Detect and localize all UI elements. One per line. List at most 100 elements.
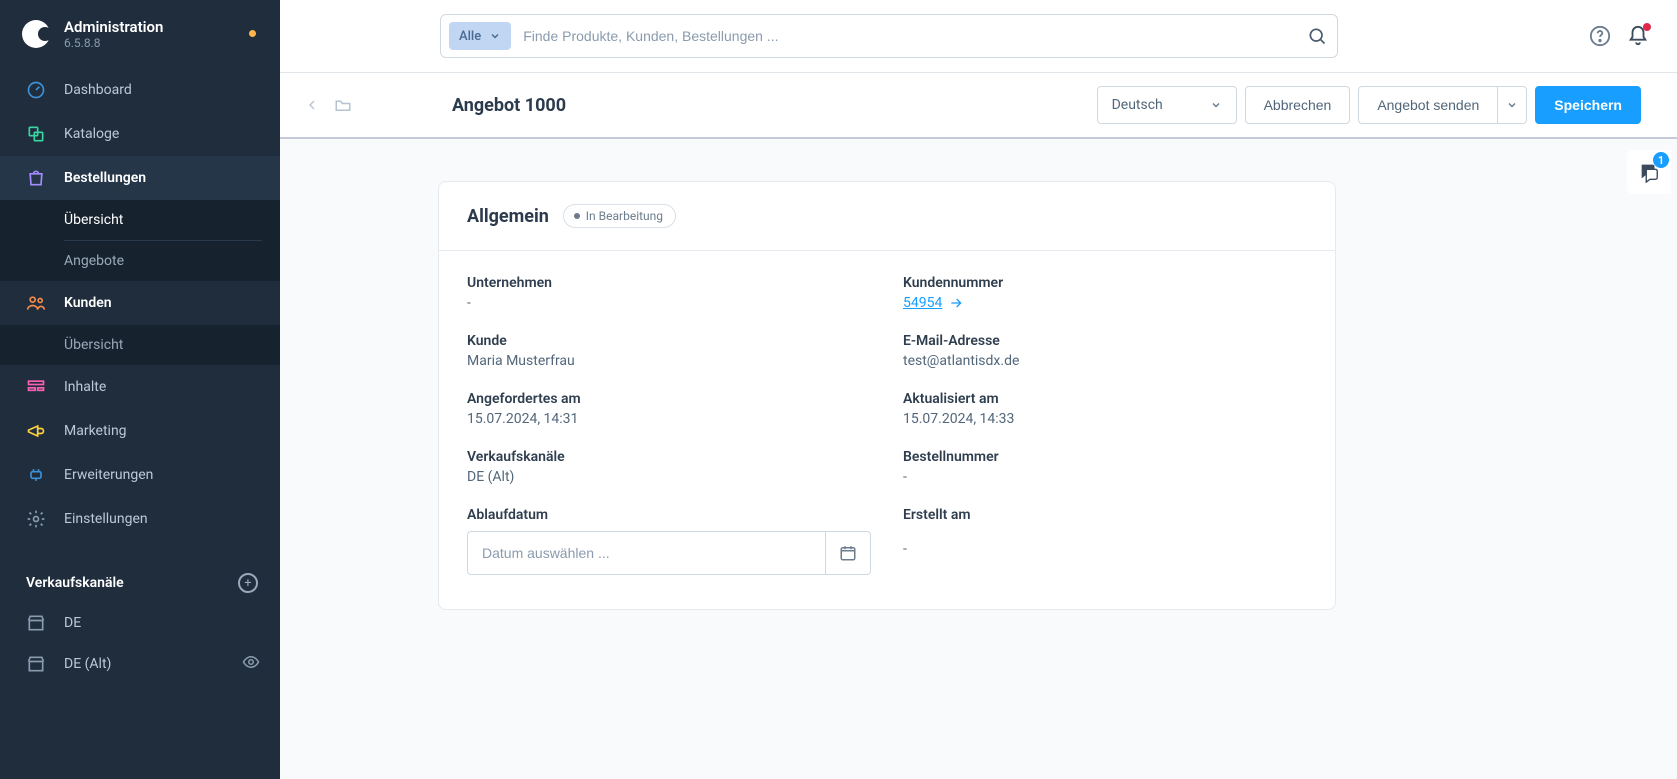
chevron-down-icon: [489, 30, 501, 42]
field-expiry: Ablaufdatum: [467, 507, 871, 575]
card-body: Unternehmen - Kunde Maria Musterfrau Ang…: [439, 251, 1335, 609]
field-label: Bestellnummer: [903, 449, 1307, 465]
cancel-label: Abbrechen: [1264, 97, 1332, 113]
field-email: E-Mail-Adresse test@atlantisdx.de: [903, 333, 1307, 369]
sidebar-sublist-customers: Übersicht: [0, 325, 280, 365]
status-dot-icon: [574, 213, 580, 219]
notifications-icon[interactable]: [1627, 25, 1649, 47]
sidebar-item-label: Dashboard: [64, 82, 132, 98]
overview-icon[interactable]: [334, 96, 352, 114]
field-value: -: [467, 295, 871, 311]
layout-icon: [26, 377, 46, 397]
sidebar-item-dashboard[interactable]: Dashboard: [0, 68, 280, 112]
megaphone-icon: [26, 421, 46, 441]
back-button[interactable]: [304, 97, 320, 113]
sidebar-item-catalogs[interactable]: Kataloge: [0, 112, 280, 156]
field-updated: Aktualisiert am 15.07.2024, 14:33: [903, 391, 1307, 427]
add-channel-button[interactable]: [238, 573, 258, 593]
card-col-right: Kundennummer 54954 E-Mail-Adresse test@a…: [903, 275, 1307, 575]
language-select-value: Deutsch: [1112, 97, 1163, 113]
sidebar-sublist-orders: Übersicht Angebote: [0, 200, 280, 281]
page-title: Angebot 1000: [452, 95, 566, 116]
feedback-count: 1: [1653, 152, 1669, 168]
field-label: Kundennummer: [903, 275, 1307, 291]
send-split-button: Angebot senden: [1358, 86, 1527, 124]
sidebar-item-label: Inhalte: [64, 379, 106, 395]
sidebar-item-label: Marketing: [64, 423, 127, 439]
sidebar-subitem-quotes[interactable]: Angebote: [0, 241, 280, 281]
storefront-icon: [26, 654, 46, 674]
field-label: Erstellt am: [903, 507, 1307, 523]
send-button[interactable]: Angebot senden: [1358, 86, 1497, 124]
gear-icon: [26, 509, 46, 529]
header-actions: Deutsch Abbrechen Angebot senden Speiche…: [1097, 86, 1641, 124]
sidebar-subitem-label: Übersicht: [64, 212, 123, 228]
sidebar-item-orders[interactable]: Bestellungen: [0, 156, 280, 200]
field-value: -: [903, 541, 1307, 557]
feedback-button[interactable]: 1: [1627, 150, 1671, 194]
main-nav-2: Kunden: [0, 281, 280, 325]
sidebar-item-label: Kunden: [64, 295, 112, 311]
save-button[interactable]: Speichern: [1535, 86, 1641, 124]
customer-number-value: 54954: [903, 295, 942, 311]
save-label: Speichern: [1554, 97, 1622, 113]
sidebar-subitem-overview[interactable]: Übersicht: [0, 200, 280, 240]
sidebar-subitem-label: Übersicht: [64, 337, 123, 353]
send-more-button[interactable]: [1497, 86, 1527, 124]
users-icon: [26, 293, 46, 313]
field-channels: Verkaufskanäle DE (Alt): [467, 449, 871, 485]
sidebar-section-channels: Verkaufskanäle: [0, 555, 280, 603]
app-title: Administration: [64, 18, 163, 36]
calendar-icon: [839, 544, 857, 562]
language-select[interactable]: Deutsch: [1097, 86, 1237, 124]
customer-number-link[interactable]: 54954: [903, 295, 964, 311]
page-header: Angebot 1000 Deutsch Abbrechen Angebot s…: [280, 73, 1677, 139]
channel-item-de-alt[interactable]: DE (Alt): [0, 643, 280, 685]
card-header: Allgemein In Bearbeitung: [439, 182, 1335, 250]
sidebar-item-label: Bestellungen: [64, 170, 146, 186]
status-label: In Bearbeitung: [586, 209, 663, 223]
field-value: -: [903, 469, 1307, 485]
main-nav-3: Inhalte Marketing Erweiterungen Einstell…: [0, 365, 280, 541]
sidebar-subitem-customers-overview[interactable]: Übersicht: [0, 325, 280, 365]
gauge-icon: [26, 80, 46, 100]
date-picker-button[interactable]: [825, 531, 871, 575]
sidebar-item-label: Kataloge: [64, 126, 119, 142]
send-label: Angebot senden: [1377, 97, 1479, 113]
search-type-label: Alle: [459, 29, 481, 44]
expiry-date-input[interactable]: [467, 531, 825, 575]
search-type-dropdown[interactable]: Alle: [449, 22, 511, 50]
cancel-button[interactable]: Abbrechen: [1245, 86, 1351, 124]
visibility-icon[interactable]: [242, 653, 260, 675]
field-customer: Kunde Maria Musterfrau: [467, 333, 871, 369]
sidebar-header: Administration 6.5.8.8: [0, 0, 280, 68]
card-title: Allgemein: [467, 206, 549, 227]
field-label: Unternehmen: [467, 275, 871, 291]
field-created: Erstellt am -: [903, 507, 1307, 557]
plug-icon: [26, 465, 46, 485]
field-label: Aktualisiert am: [903, 391, 1307, 407]
help-icon[interactable]: [1589, 25, 1611, 47]
search-icon[interactable]: [1307, 26, 1327, 46]
sidebar-item-settings[interactable]: Einstellungen: [0, 497, 280, 541]
sidebar-item-extensions[interactable]: Erweiterungen: [0, 453, 280, 497]
sidebar-item-label: Einstellungen: [64, 511, 148, 527]
main-nav: Dashboard Kataloge Bestellungen: [0, 68, 280, 200]
search-input[interactable]: [523, 28, 1307, 44]
field-label: Ablaufdatum: [467, 507, 871, 523]
field-label: Verkaufskanäle: [467, 449, 871, 465]
topbar-icons: [1589, 25, 1649, 47]
channel-item-de[interactable]: DE: [0, 603, 280, 643]
logo-icon: [22, 20, 50, 48]
general-card: Allgemein In Bearbeitung Unternehmen -: [438, 181, 1336, 610]
field-value: 15.07.2024, 14:31: [467, 411, 871, 427]
sidebar-item-marketing[interactable]: Marketing: [0, 409, 280, 453]
field-value: DE (Alt): [467, 469, 871, 485]
field-value: Maria Musterfrau: [467, 353, 871, 369]
sidebar-item-label: Erweiterungen: [64, 467, 153, 483]
sidebar-item-customers[interactable]: Kunden: [0, 281, 280, 325]
status-badge: In Bearbeitung: [563, 204, 676, 228]
main: Alle: [280, 0, 1677, 779]
sidebar-item-content[interactable]: Inhalte: [0, 365, 280, 409]
scroll-area[interactable]: Allgemein In Bearbeitung Unternehmen -: [280, 139, 1677, 779]
